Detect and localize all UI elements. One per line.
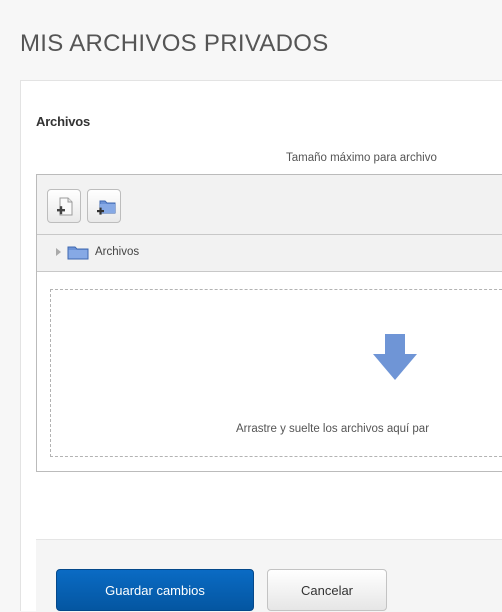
files-section-label: Archivos (36, 114, 91, 129)
cancel-button[interactable]: Cancelar (267, 569, 387, 611)
page-title: MIS ARCHIVOS PRIVADOS (20, 30, 329, 57)
files-form-panel: Archivos Tamaño máximo para archivo Arch… (20, 80, 502, 612)
add-file-icon (57, 197, 73, 216)
add-file-button[interactable] (47, 189, 81, 223)
create-folder-button[interactable] (87, 189, 121, 223)
expand-arrow-icon[interactable] (56, 248, 61, 256)
form-footer: Guardar cambios Cancelar (36, 539, 502, 612)
file-manager: Archivos Arrastre y suelte los archivos … (36, 174, 502, 472)
max-file-size-label: Tamaño máximo para archivo (286, 152, 437, 164)
create-folder-icon (97, 200, 116, 215)
file-manager-toolbar (37, 175, 502, 235)
save-changes-button[interactable]: Guardar cambios (56, 569, 254, 611)
file-manager-path-bar: Archivos (37, 235, 502, 272)
drop-zone[interactable]: Arrastre y suelte los archivos aquí par (50, 289, 502, 457)
folder-icon (67, 246, 89, 265)
drop-zone-text: Arrastre y suelte los archivos aquí par (236, 423, 430, 435)
drop-arrow-icon (373, 334, 417, 385)
path-root-label[interactable]: Archivos (95, 246, 139, 258)
